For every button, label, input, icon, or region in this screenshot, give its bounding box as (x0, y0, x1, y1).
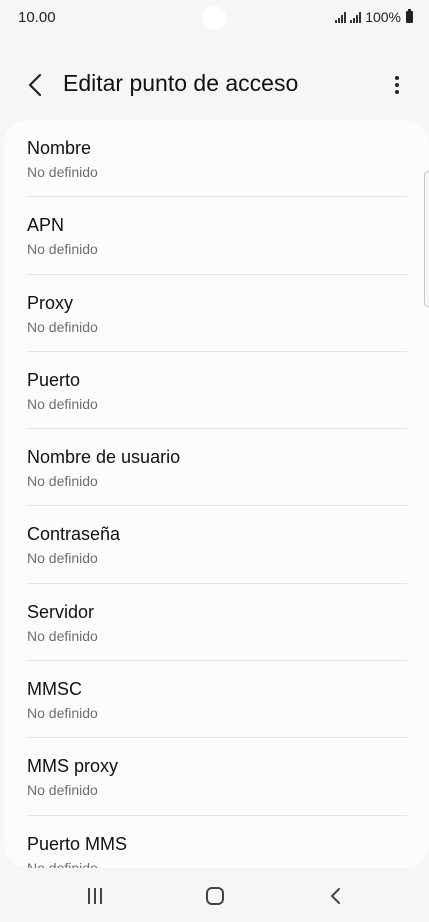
signal-icon-2 (350, 11, 362, 23)
item-label: Contraseña (27, 524, 121, 545)
status-indicators: 100% (335, 9, 413, 25)
item-label: Nombre (27, 138, 92, 158)
settings-list: Nombre No definido APN No definido Proxy… (4, 120, 429, 868)
item-value: No definido (27, 627, 98, 644)
status-time: 10.00 (18, 9, 56, 26)
list-item-contrasena[interactable]: Contraseña No definido (4, 506, 429, 584)
list-item-mms-proxy[interactable]: MMS proxy No definido (4, 738, 429, 816)
item-value: No definido (27, 241, 98, 258)
back-icon (331, 888, 340, 904)
item-value: No definido (27, 782, 98, 799)
front-camera (202, 6, 226, 30)
page-title: Editar punto de acceso (63, 70, 299, 96)
list-item-proxy[interactable]: Proxy No definido (4, 275, 429, 352)
chevron-left-icon (28, 73, 42, 97)
nav-back-button[interactable] (315, 882, 355, 910)
item-label: Proxy (27, 292, 74, 313)
item-value: No definido (27, 550, 98, 567)
recents-button[interactable] (75, 882, 115, 910)
item-value: No definido (27, 164, 98, 180)
item-value: No definido (27, 859, 98, 868)
item-value: No definido (27, 473, 98, 490)
list-item-servidor[interactable]: Servidor No definido (4, 584, 429, 662)
list-item-puerto[interactable]: Puerto No definido (4, 352, 429, 430)
status-bar: 10.00 100% (0, 0, 429, 38)
signal-icon (335, 11, 347, 23)
item-value: No definido (27, 705, 98, 722)
more-options-button[interactable] (387, 70, 407, 100)
more-vertical-icon (395, 76, 399, 80)
back-button[interactable] (20, 70, 50, 100)
item-value: No definido (27, 318, 98, 335)
screen: 10.00 100% Editar punto de acceso Nombre… (0, 0, 429, 922)
list-item-mmsc[interactable]: MMSC No definido (4, 661, 429, 739)
item-label: MMSC (27, 679, 82, 700)
list-item-nombre[interactable]: Nombre No definido (4, 120, 429, 198)
app-bar: Editar punto de acceso (0, 58, 429, 110)
battery-icon (406, 9, 413, 23)
recents-icon (88, 888, 102, 904)
item-label: Puerto (27, 369, 81, 390)
item-label: APN (27, 215, 65, 236)
item-label: MMS proxy (27, 756, 119, 777)
scrollbar[interactable] (424, 171, 429, 307)
list-item-apn[interactable]: APN No definido (4, 197, 429, 275)
battery-percentage: 100% (365, 9, 401, 25)
list-item-nombre-de-usuario[interactable]: Nombre de usuario No definido (4, 429, 429, 507)
home-button[interactable] (195, 882, 235, 910)
navigation-bar (0, 868, 429, 922)
item-value: No definido (27, 395, 98, 412)
home-icon (206, 887, 224, 905)
item-label: Servidor (27, 601, 95, 622)
item-label: Nombre de usuario (27, 447, 181, 468)
item-label: Puerto MMS (27, 833, 128, 854)
list-item-puerto-mms[interactable]: Puerto MMS No definido (4, 816, 429, 868)
